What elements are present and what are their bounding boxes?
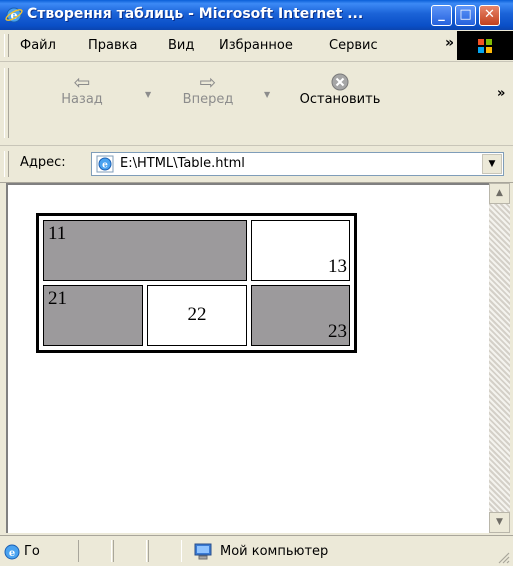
menu-bar: Файл Правка Вид Избранное Сервис » [0, 30, 513, 62]
back-dropdown-icon[interactable]: ▼ [145, 90, 151, 99]
forward-label: Вперед [182, 92, 234, 107]
windows-flag-icon [478, 39, 492, 53]
table-cell-11: 11 [43, 220, 247, 281]
stop-label: Остановить [299, 92, 381, 107]
status-pane [148, 540, 182, 562]
forward-button[interactable]: ⇨ Вперед [172, 72, 244, 107]
address-input[interactable]: e E:\HTML\Table.html ▼ [91, 152, 504, 176]
resize-grip-icon[interactable] [496, 550, 510, 564]
svg-text:e: e [9, 548, 15, 559]
menu-overflow-chevron-icon[interactable]: » [445, 35, 454, 51]
demo-table: 11 13 21 22 23 [36, 213, 357, 353]
page-icon: e [96, 155, 114, 173]
vertical-scrollbar[interactable]: ▲ ▼ [489, 183, 510, 533]
menubar-grip[interactable] [4, 34, 9, 57]
minimize-button[interactable]: _ [431, 5, 452, 26]
table-cell-13: 13 [251, 220, 350, 281]
ie-status-icon: e [4, 544, 20, 560]
forward-arrow-icon: ⇨ [199, 70, 217, 94]
cell-value: 11 [48, 223, 67, 244]
address-value: E:\HTML\Table.html [120, 156, 245, 171]
toolbar-overflow-chevron-icon[interactable]: » [497, 86, 505, 101]
menu-view[interactable]: Вид [168, 38, 194, 53]
my-computer-icon [194, 543, 212, 560]
address-dropdown-icon[interactable]: ▼ [482, 154, 502, 174]
stop-button[interactable]: Остановить [285, 72, 395, 107]
maximize-button[interactable]: □ [455, 5, 476, 26]
scroll-down-arrow-icon[interactable]: ▼ [489, 512, 510, 533]
cell-value: 21 [48, 288, 67, 309]
table-row: 21 22 23 [43, 285, 350, 346]
status-bar: e Го Мой компьютер [0, 535, 513, 566]
browser-window: e Створення таблиць - Microsoft Internet… [0, 0, 513, 566]
internet-explorer-icon: e [5, 7, 23, 23]
status-text: Го [24, 544, 40, 559]
back-arrow-icon: ⇦ [73, 70, 91, 94]
menu-edit[interactable]: Правка [88, 38, 137, 53]
stop-icon [331, 73, 349, 91]
windows-throbber [457, 31, 513, 60]
address-bar: Адрес: e E:\HTML\Table.html ▼ [0, 146, 513, 183]
window-title: Створення таблиць - Microsoft Internet .… [27, 6, 364, 22]
table-cell-22: 22 [147, 285, 247, 346]
svg-text:e: e [102, 161, 108, 171]
menu-file[interactable]: Файл [20, 38, 56, 53]
toolbar-grip[interactable] [4, 68, 9, 138]
scroll-up-arrow-icon[interactable]: ▲ [489, 183, 510, 204]
title-bar[interactable]: e Створення таблиць - Microsoft Internet… [0, 0, 513, 30]
status-pane [113, 540, 147, 562]
addressbar-grip[interactable] [4, 151, 9, 177]
cell-value: 23 [328, 321, 347, 342]
back-label: Назад [61, 92, 103, 107]
cell-value: 13 [328, 256, 347, 277]
menu-favorites[interactable]: Избранное [219, 38, 293, 53]
status-pane [78, 540, 112, 562]
back-button[interactable]: ⇦ Назад [52, 72, 112, 107]
close-button[interactable]: ✕ [479, 5, 500, 26]
table-row: 11 13 [43, 220, 350, 281]
table-cell-23: 23 [251, 285, 350, 346]
table-cell-21: 21 [43, 285, 143, 346]
standard-toolbar: ⇦ Назад ▼ ⇨ Вперед ▼ Остановить » [0, 62, 513, 146]
cell-value: 22 [187, 304, 207, 325]
menu-tools[interactable]: Сервис [329, 38, 378, 53]
security-zone-label: Мой компьютер [220, 544, 329, 559]
forward-dropdown-icon[interactable]: ▼ [264, 90, 270, 99]
page-content: 11 13 21 22 23 [6, 183, 489, 533]
address-label: Адрес: [20, 155, 66, 170]
